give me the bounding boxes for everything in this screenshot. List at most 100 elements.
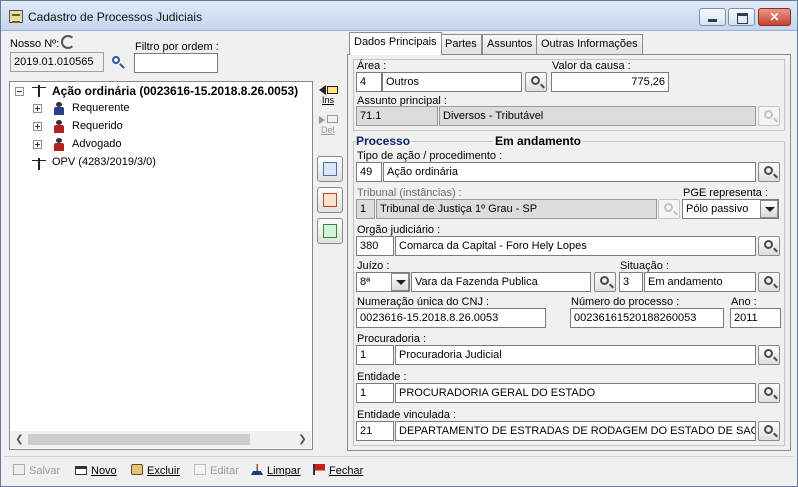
refresh-icon[interactable]: [61, 35, 75, 49]
move-down-button[interactable]: [317, 218, 343, 244]
expand-toggle[interactable]: [33, 140, 42, 149]
tab-assuntos[interactable]: Assuntos: [482, 34, 538, 54]
situacao-search-button[interactable]: [758, 272, 780, 292]
juizo-search-button[interactable]: [594, 272, 616, 292]
close-window-button[interactable]: ✕: [758, 8, 791, 26]
chevron-down-icon[interactable]: [760, 200, 778, 218]
horizontal-scrollbar[interactable]: ❮ ❯: [11, 431, 311, 448]
area-code-field[interactable]: 4: [356, 72, 382, 92]
area-field[interactable]: Outros: [382, 72, 522, 92]
search-icon: [764, 387, 773, 396]
new-button[interactable]: Novo: [75, 463, 117, 479]
valor-causa-label: Valor da causa :: [552, 60, 631, 72]
juizo-field[interactable]: Vara da Fazenda Publica: [411, 272, 591, 292]
person-icon: [54, 120, 64, 133]
toolbar-divider: [4, 456, 794, 457]
tree-node-advogado[interactable]: Advogado: [72, 136, 122, 152]
valor-causa-field[interactable]: 775,26: [551, 72, 669, 92]
sort-down-button[interactable]: [317, 156, 343, 182]
edit-icon: [194, 464, 206, 475]
collapse-toggle[interactable]: [15, 87, 24, 96]
orgao-search-button[interactable]: [758, 236, 780, 256]
delete-button[interactable]: Del: [317, 113, 341, 139]
tipo-acao-label: Tipo de ação / procedimento :: [357, 150, 503, 162]
entidade-code-field[interactable]: 1: [356, 383, 394, 403]
search-icon: [531, 76, 540, 85]
entidade-vinculada-search-button[interactable]: [758, 421, 780, 441]
minimize-button[interactable]: [699, 8, 726, 26]
scroll-thumb[interactable]: [28, 434, 250, 445]
edit-label: Editar: [210, 465, 239, 477]
tree-node-acao[interactable]: Ação ordinária (0023616-15.2018.8.26.005…: [52, 83, 299, 99]
scroll-left-icon[interactable]: ❮: [11, 431, 28, 448]
tipo-acao-field[interactable]: Ação ordinária: [383, 162, 756, 182]
title-bar[interactable]: Cadastro de Processos Judiciais ✕: [1, 1, 797, 31]
tab-outras-informacoes[interactable]: Outras Informações: [536, 34, 643, 54]
broom-icon: [251, 464, 263, 475]
procuradoria-code-field[interactable]: 1: [356, 345, 394, 365]
orgao-label: Orgão judiciário :: [357, 224, 441, 236]
edit-button[interactable]: Editar: [194, 463, 239, 479]
procuradoria-field[interactable]: Procuradoria Judicial: [395, 345, 756, 365]
scroll-right-icon[interactable]: ❯: [294, 431, 311, 448]
tree-node-requerido[interactable]: Requerido: [72, 118, 123, 134]
entidade-vinculada-code-field[interactable]: 21: [356, 421, 394, 441]
expand-toggle[interactable]: [33, 122, 42, 131]
tree-node-requerente[interactable]: Requerente: [72, 100, 130, 116]
situacao-code-field[interactable]: 3: [619, 272, 643, 292]
tribunal-code-field[interactable]: 1: [356, 199, 375, 219]
sort-down-icon: [323, 162, 337, 176]
search-icon: [764, 425, 773, 434]
ins-label: Ins: [322, 95, 335, 105]
assunto-code-field[interactable]: 71.1: [356, 106, 438, 126]
tipo-acao-code-field[interactable]: 49: [356, 162, 382, 182]
area-search-button[interactable]: [525, 72, 547, 92]
tribunal-field[interactable]: Tribunal de Justiça 1º Grau - SP: [376, 199, 657, 219]
status-heading: Em andamento: [493, 134, 584, 148]
insert-button[interactable]: Ins: [317, 83, 341, 109]
area-label: Área :: [357, 60, 387, 72]
pge-label: PGE representa :: [683, 187, 768, 199]
assunto-search-button[interactable]: [758, 106, 780, 126]
orgao-code-field[interactable]: 380: [356, 236, 394, 256]
save-button[interactable]: Salvar: [13, 463, 60, 479]
sort-up-icon: [323, 193, 337, 207]
expand-toggle[interactable]: [33, 104, 42, 113]
nosso-numero-field[interactable]: 2019.01.010565: [10, 52, 104, 72]
scales-icon: [31, 158, 47, 170]
assunto-field[interactable]: Diversos - Tributável: [439, 106, 756, 126]
floppy-icon: [13, 464, 25, 475]
entidade-search-button[interactable]: [758, 383, 780, 403]
person-icon: [54, 138, 64, 151]
filtro-input[interactable]: [134, 53, 218, 73]
filtro-label: Filtro por ordem :: [135, 41, 219, 53]
cnj-field[interactable]: 0023616-15.2018.8.26.0053: [356, 308, 546, 328]
search-icon: [764, 276, 773, 285]
chevron-down-icon[interactable]: [391, 273, 409, 291]
entidade-vinculada-field[interactable]: DEPARTAMENTO DE ESTRADAS DE RODAGEM DO E…: [395, 421, 756, 441]
tab-dados-principais[interactable]: Dados Principais: [349, 32, 442, 55]
sort-up-button[interactable]: [317, 187, 343, 213]
procuradoria-search-button[interactable]: [758, 345, 780, 365]
close-label: Fechar: [329, 465, 364, 477]
close-button[interactable]: Fechar: [313, 463, 363, 479]
delete-record-button[interactable]: Excluir: [131, 463, 180, 479]
search-number-button[interactable]: [110, 54, 126, 70]
situacao-field[interactable]: Em andamento: [644, 272, 756, 292]
tree-node-opv[interactable]: OPV (4283/2019/3/0): [52, 154, 156, 170]
new-label: Novo: [91, 465, 117, 477]
numero-processo-field[interactable]: 00236161520188260053: [570, 308, 724, 328]
tipo-acao-search-button[interactable]: [758, 162, 780, 182]
maximize-button[interactable]: [728, 8, 755, 26]
process-tree[interactable]: Ação ordinária (0023616-15.2018.8.26.005…: [9, 81, 313, 450]
ano-field[interactable]: 2011: [730, 308, 781, 328]
window-title: Cadastro de Processos Judiciais: [28, 10, 203, 24]
entidade-field[interactable]: PROCURADORIA GERAL DO ESTADO: [395, 383, 756, 403]
search-icon: [664, 203, 673, 212]
tab-partes[interactable]: Partes: [440, 34, 482, 54]
new-record-icon: [75, 466, 87, 475]
clear-button[interactable]: Limpar: [251, 463, 301, 479]
search-icon: [764, 349, 773, 358]
orgao-field[interactable]: Comarca da Capital - Foro Hely Lopes: [395, 236, 756, 256]
tribunal-search-button[interactable]: [658, 199, 680, 219]
